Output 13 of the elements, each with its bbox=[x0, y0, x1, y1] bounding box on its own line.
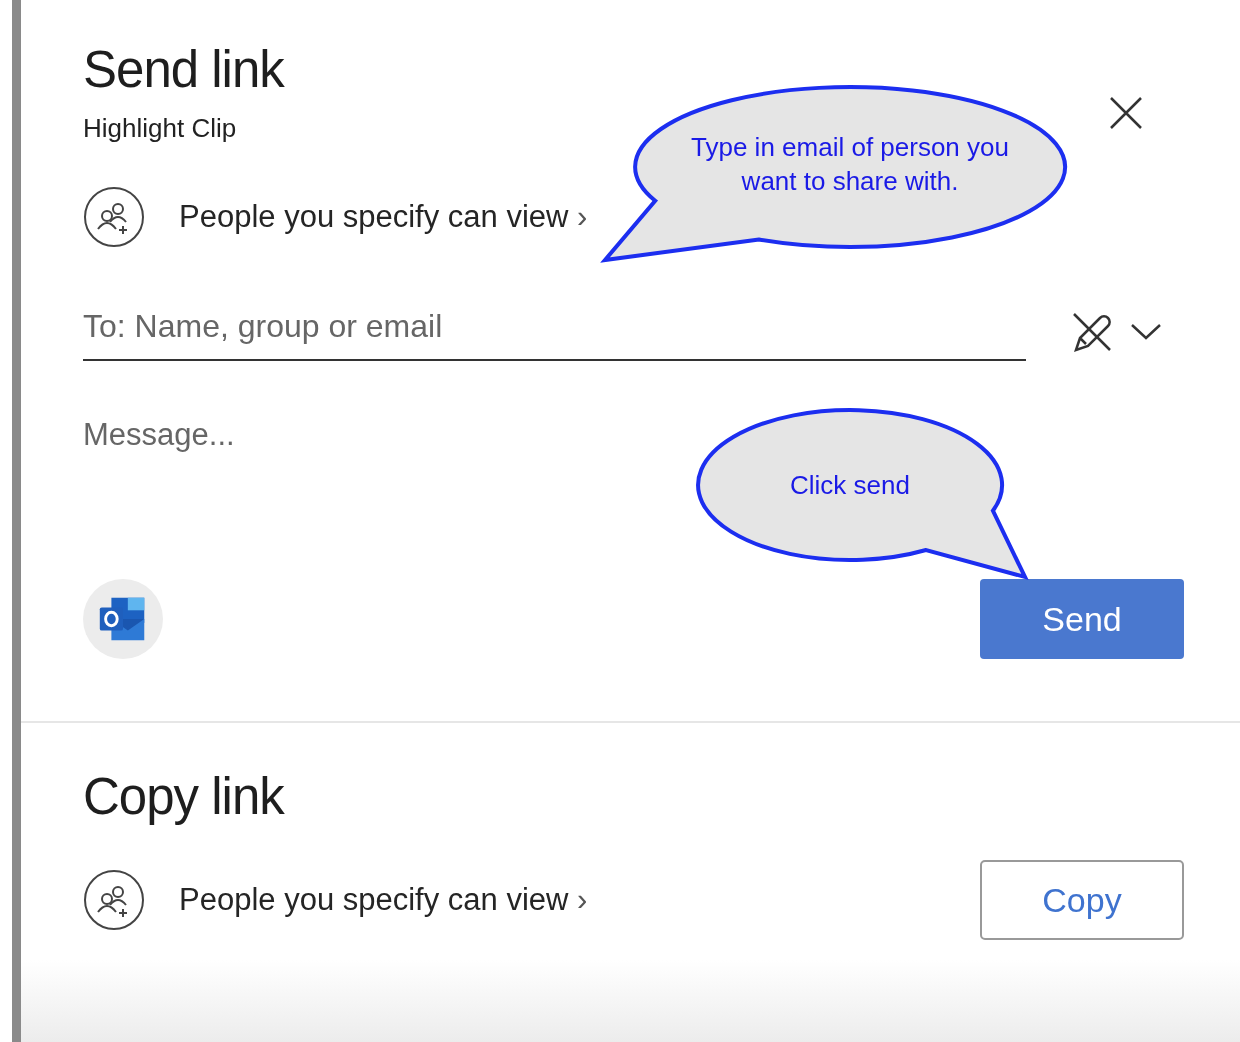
permission-link[interactable]: People you specify can view › bbox=[179, 199, 588, 235]
item-name: Highlight Clip bbox=[83, 113, 237, 144]
callout-text: Type in email of person you want to share with. bbox=[690, 131, 1010, 198]
close-icon[interactable] bbox=[1109, 96, 1143, 130]
people-icon bbox=[83, 186, 145, 248]
permission-link[interactable]: People you specify can view › bbox=[179, 882, 588, 918]
chevron-down-icon[interactable] bbox=[1130, 322, 1162, 341]
send-button[interactable]: Send bbox=[980, 579, 1184, 659]
copy-button[interactable]: Copy bbox=[980, 860, 1184, 940]
send-link-title: Send link bbox=[83, 40, 286, 99]
people-icon bbox=[83, 869, 145, 931]
copy-link-title: Copy link bbox=[83, 767, 286, 826]
callout-text: Click send bbox=[789, 469, 911, 502]
